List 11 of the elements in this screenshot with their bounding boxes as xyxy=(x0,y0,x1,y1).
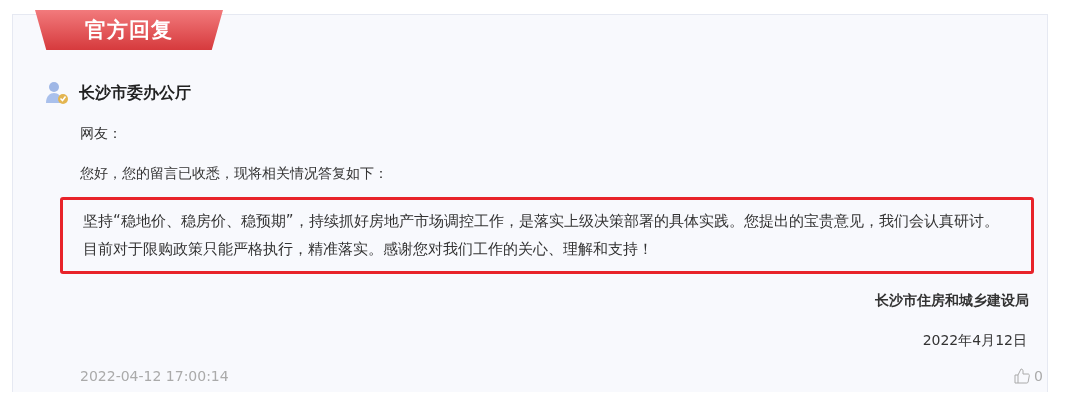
like-button[interactable]: 0 xyxy=(1014,368,1043,384)
signed-date: 2022年4月12日 xyxy=(921,332,1027,350)
greeting-text: 网友： xyxy=(80,125,123,143)
reply-paragraph: 坚持“稳地价、稳房价、稳预期”，持续抓好房地产市场调控工作，是落实上级决策部署的具体实践。您提出的宝贵意见，我们会认真研讨。目前对于限购政策只能严格执行，精准落实。感谢您对我们工作的关心、理解和支持！ xyxy=(60,197,1034,274)
signature-text: 长沙市住房和城乡建设局 xyxy=(874,292,1029,310)
official-reply-ribbon: 官方回复 xyxy=(35,10,223,50)
intro-text: 您好，您的留言已收悉，现将相关情况答复如下： xyxy=(80,165,389,183)
thumbs-up-icon xyxy=(1014,368,1031,384)
timestamp: 2022-04-12 17:00:14 xyxy=(80,368,229,384)
user-verified-icon xyxy=(45,81,69,105)
author-name: 长沙市委办公厅 xyxy=(79,82,191,104)
